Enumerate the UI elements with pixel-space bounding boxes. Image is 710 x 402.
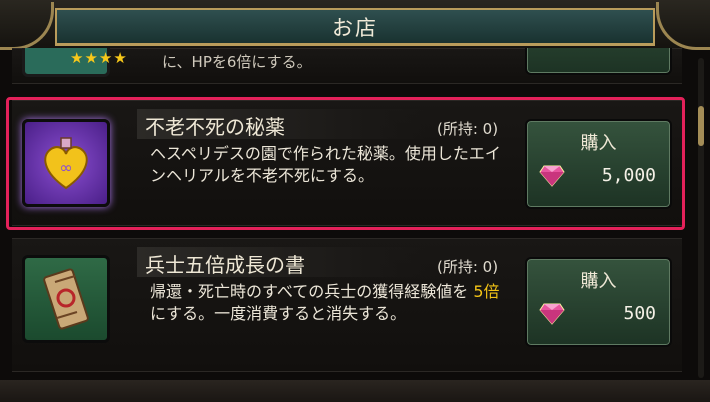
heart-potion-icon: ∞ (22, 119, 110, 207)
ornament-left (0, 2, 54, 50)
owned-count: (所持: 0) (437, 258, 499, 276)
scroll-thumb[interactable] (698, 106, 704, 146)
desc-text: 帰還・死亡時のすべての兵士の獲得経験値を (150, 282, 474, 301)
desc-text: にする。一度消費すると消失する。 (150, 304, 407, 323)
gem-icon (539, 165, 565, 191)
shop-header: お店 (0, 0, 710, 50)
bottom-partial-items (0, 380, 710, 402)
owned-count: (所持: 0) (437, 120, 499, 138)
buy-button[interactable]: 購入 500 (525, 257, 672, 347)
scrollbar[interactable] (698, 58, 704, 378)
price: 500 (623, 303, 656, 324)
scroll-icon (22, 255, 110, 343)
shop-item-list[interactable]: ★★★★ に、HPを6倍にする。 ∞ 不老不死の秘薬 (所持: 0) ヘスペリデ… (0, 48, 710, 402)
item-description: 帰還・死亡時のすべての兵士の獲得経験値を 5倍 にする。一度消費すると消失する。 (150, 281, 515, 325)
price: 5,000 (601, 165, 656, 186)
shop-item-elixir[interactable]: ∞ 不老不死の秘薬 (所持: 0) ヘスペリデスの園で作られた秘薬。使用したエイ… (12, 100, 682, 226)
item-description: ヘスペリデスの園で作られた秘薬。使用したエインヘリアルを不老不死にする。 (150, 144, 501, 185)
shop-item-partial[interactable]: ★★★★ に、HPを6倍にする。 (12, 48, 682, 84)
desc-highlight: 5倍 (473, 282, 500, 301)
buy-label: 購入 (580, 133, 617, 154)
svg-text:∞: ∞ (59, 158, 72, 177)
item-description: に、HPを6倍にする。 (162, 53, 312, 71)
buy-button[interactable] (525, 48, 672, 75)
ornament-right (656, 2, 710, 50)
shop-item-growth-book[interactable]: 兵士五倍成長の書 (所持: 0) 帰還・死亡時のすべての兵士の獲得経験値を 5倍… (12, 238, 682, 372)
buy-button[interactable]: 購入 5,000 (525, 119, 672, 209)
item-name: 兵士五倍成長の書 (145, 253, 305, 277)
buy-label: 購入 (580, 271, 617, 292)
item-name: 不老不死の秘薬 (145, 115, 285, 139)
gem-icon (539, 303, 565, 329)
rarity-stars: ★★★★ (70, 49, 128, 67)
shop-title: お店 (55, 8, 655, 46)
